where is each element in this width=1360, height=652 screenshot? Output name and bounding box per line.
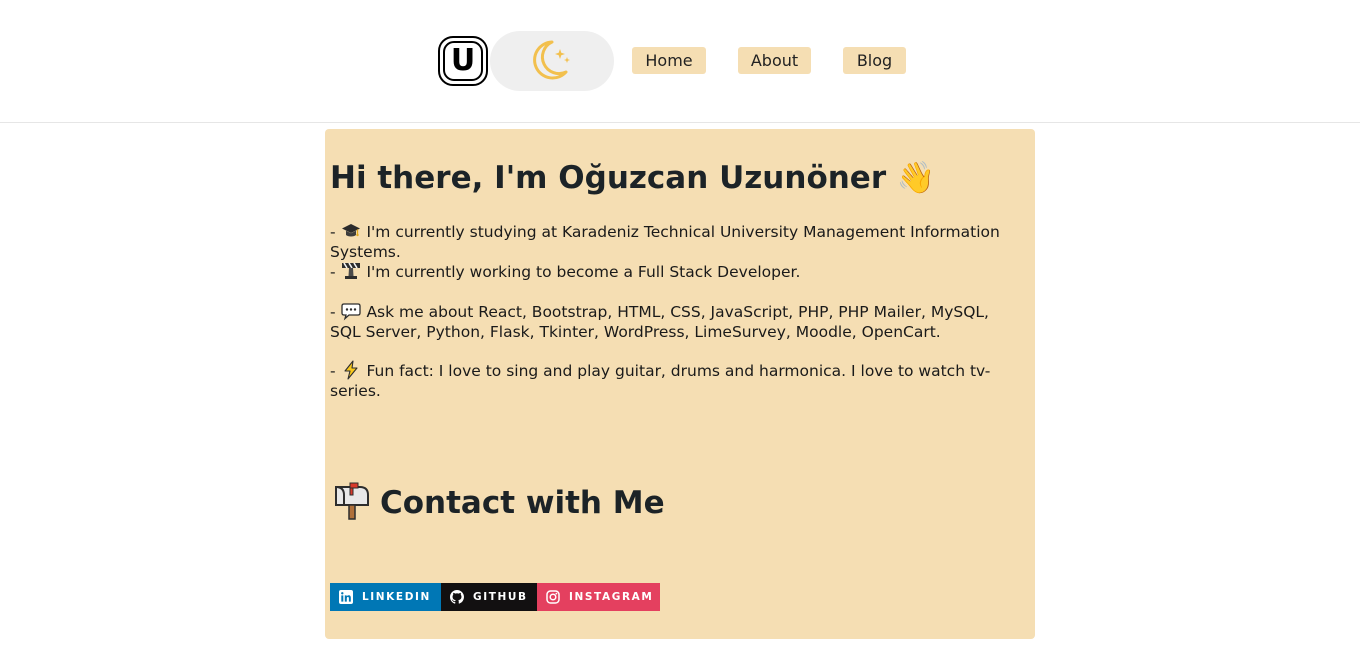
bullet-studying: - I'm currently studying at Karadeniz Te… bbox=[330, 221, 1020, 262]
bullet-prefix: - bbox=[330, 263, 341, 281]
bullet-text: I'm currently studying at Karadeniz Tech… bbox=[330, 223, 1000, 261]
site-logo[interactable]: U bbox=[438, 36, 488, 86]
moon-stars-icon bbox=[533, 40, 570, 80]
bullet-ask-me: - Ask me about React, Bootstrap, HTML, C… bbox=[330, 301, 1020, 342]
lightning-icon bbox=[343, 360, 358, 380]
bullet-text: I'm currently working to become a Full S… bbox=[361, 263, 801, 281]
bullet-prefix: - bbox=[330, 303, 341, 321]
speech-balloon-icon bbox=[340, 303, 361, 321]
construction-icon bbox=[341, 262, 360, 279]
graduation-cap-icon bbox=[341, 224, 360, 237]
github-badge-label: GITHUB bbox=[473, 591, 528, 603]
linkedin-badge-label: LINKEDIN bbox=[362, 591, 431, 603]
bullet-prefix: - bbox=[330, 362, 341, 380]
bullet-text: Ask me about React, Bootstrap, HTML, CSS… bbox=[330, 303, 989, 341]
instagram-badge-link[interactable]: INSTAGRAM bbox=[537, 583, 660, 611]
bullet-working: - I'm currently working to become a Full… bbox=[330, 261, 1020, 282]
social-badges: LINKEDIN GITHUB INSTAGRAM bbox=[330, 583, 660, 611]
site-header: U Home About Blog bbox=[0, 0, 1360, 123]
logo-letter: U bbox=[443, 41, 483, 81]
theme-toggle-button[interactable] bbox=[490, 31, 614, 91]
linkedin-icon bbox=[339, 590, 353, 604]
bullet-fun-fact: - Fun fact: I love to sing and play guit… bbox=[330, 360, 1020, 401]
nav-about-link[interactable]: About bbox=[738, 47, 811, 74]
contact-heading: Contact with Me bbox=[330, 481, 665, 524]
page-title: Hi there, I'm Oğuzcan Uzunöner 👋 bbox=[330, 160, 936, 196]
github-badge-link[interactable]: GITHUB bbox=[441, 583, 537, 611]
linkedin-badge-link[interactable]: LINKEDIN bbox=[330, 583, 441, 611]
profile-card: Hi there, I'm Oğuzcan Uzunöner 👋 - I'm c… bbox=[325, 129, 1035, 639]
nav-blog-link[interactable]: Blog bbox=[843, 47, 906, 74]
instagram-icon bbox=[546, 590, 560, 604]
contact-heading-text: Contact with Me bbox=[380, 485, 665, 521]
bullet-prefix: - bbox=[330, 223, 341, 241]
bullet-text: Fun fact: I love to sing and play guitar… bbox=[330, 362, 991, 400]
mailbox-icon bbox=[335, 482, 369, 520]
nav-home-link[interactable]: Home bbox=[632, 47, 706, 74]
instagram-badge-label: INSTAGRAM bbox=[569, 591, 654, 603]
github-icon bbox=[450, 590, 464, 604]
